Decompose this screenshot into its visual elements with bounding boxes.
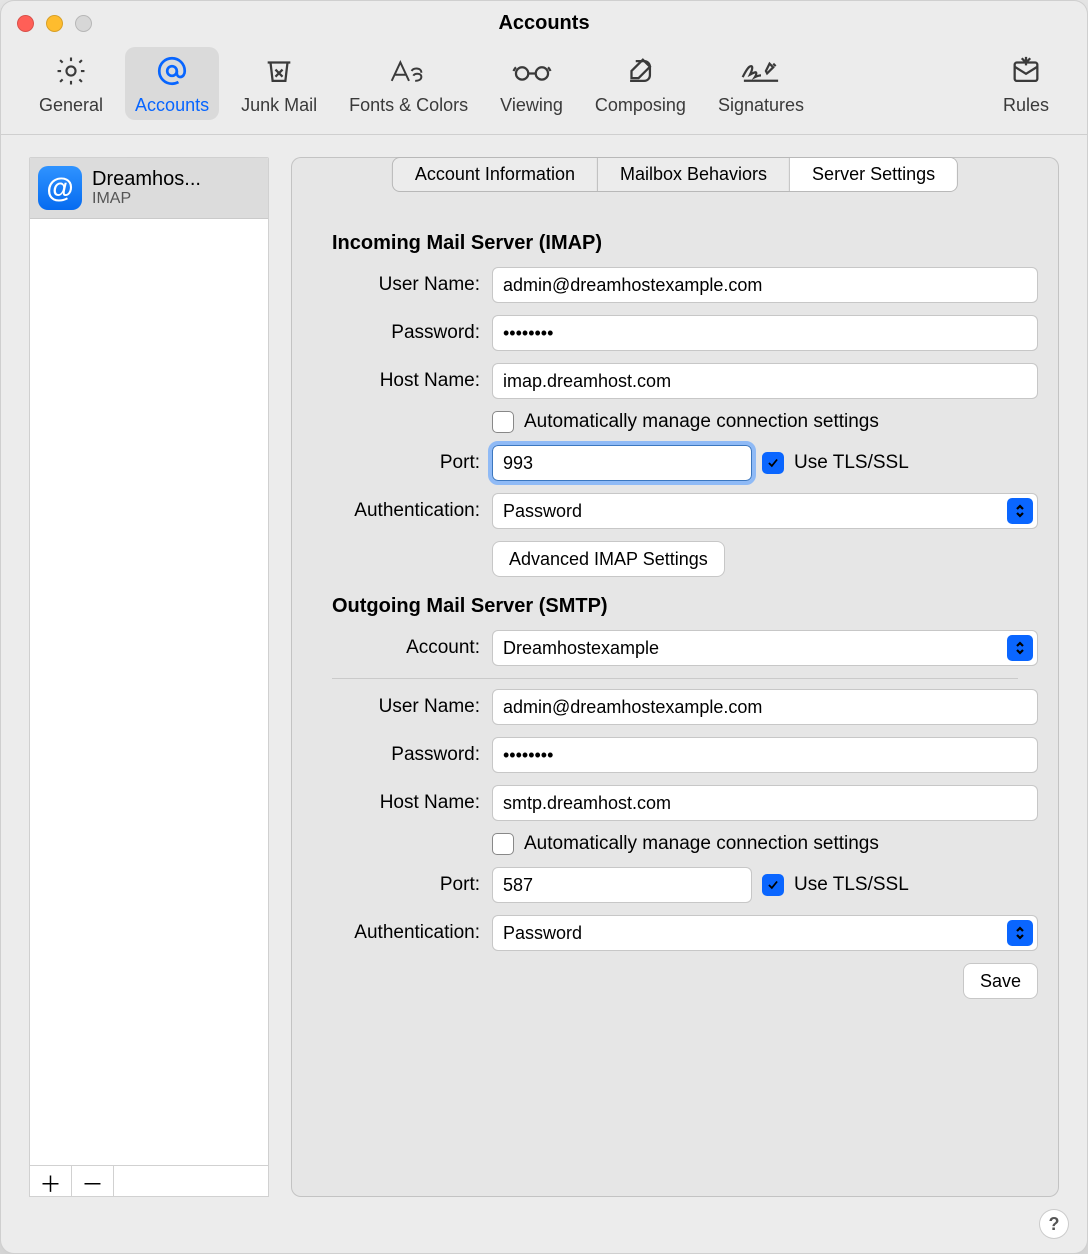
outgoing-host-input[interactable]	[492, 785, 1038, 821]
advanced-imap-button[interactable]: Advanced IMAP Settings	[492, 541, 725, 577]
outgoing-account-value: Dreamhostexample	[503, 638, 659, 659]
titlebar: Accounts	[1, 1, 1087, 35]
gear-icon	[54, 53, 88, 89]
chevron-updown-icon	[1007, 920, 1033, 946]
incoming-host-label: Host Name:	[312, 370, 492, 392]
tab-general[interactable]: General	[29, 47, 113, 120]
outgoing-auth-value: Password	[503, 923, 582, 944]
incoming-auth-select[interactable]: Password	[492, 493, 1038, 529]
tab-signatures[interactable]: Signatures	[708, 47, 814, 120]
divider	[332, 678, 1018, 679]
sidebar-footer: ＋ －	[29, 1165, 269, 1197]
accounts-list[interactable]: @ Dreamhos... IMAP	[29, 157, 269, 1165]
incoming-auth-label: Authentication:	[312, 500, 492, 522]
tab-junk-mail[interactable]: Junk Mail	[231, 47, 327, 120]
tab-mailbox-behaviors[interactable]: Mailbox Behaviors	[598, 158, 789, 191]
toolbar-label: Rules	[1003, 95, 1049, 116]
outgoing-auto-label: Automatically manage connection settings	[524, 833, 879, 855]
outgoing-account-label: Account:	[312, 637, 492, 659]
chevron-updown-icon	[1007, 498, 1033, 524]
outgoing-tls-checkbox[interactable]	[762, 874, 784, 896]
tab-composing[interactable]: Composing	[585, 47, 696, 120]
toolbar-label: General	[39, 95, 103, 116]
account-name: Dreamhos...	[92, 168, 201, 190]
outgoing-auth-label: Authentication:	[312, 922, 492, 944]
outgoing-heading: Outgoing Mail Server (SMTP)	[332, 595, 1038, 618]
trash-icon	[262, 53, 296, 89]
at-sign-icon	[154, 53, 190, 89]
accounts-sidebar: @ Dreamhos... IMAP ＋ －	[29, 157, 269, 1197]
toolbar: General Accounts Junk Mail	[1, 35, 1087, 135]
tab-viewing[interactable]: Viewing	[490, 47, 573, 120]
incoming-tls-checkbox[interactable]	[762, 452, 784, 474]
outgoing-password-label: Password:	[312, 744, 492, 766]
incoming-port-label: Port:	[312, 452, 492, 474]
outgoing-tls-label: Use TLS/SSL	[794, 874, 909, 896]
chevron-updown-icon	[1007, 635, 1033, 661]
toolbar-label: Accounts	[135, 95, 209, 116]
preferences-window: Accounts General Accounts	[0, 0, 1088, 1254]
outgoing-password-input[interactable]	[492, 737, 1038, 773]
window-controls	[17, 15, 92, 32]
tab-server-settings[interactable]: Server Settings	[790, 158, 957, 191]
incoming-port-input[interactable]	[492, 445, 752, 481]
toolbar-label: Fonts & Colors	[349, 95, 468, 116]
segmented-tabs: Account Information Mailbox Behaviors Se…	[392, 157, 958, 192]
toolbar-label: Signatures	[718, 95, 804, 116]
compose-icon	[623, 53, 657, 89]
incoming-auto-checkbox[interactable]	[492, 411, 514, 433]
zoom-button[interactable]	[75, 15, 92, 32]
font-icon	[388, 53, 430, 89]
incoming-username-label: User Name:	[312, 274, 492, 296]
close-button[interactable]	[17, 15, 34, 32]
incoming-auth-value: Password	[503, 501, 582, 522]
outgoing-host-label: Host Name:	[312, 792, 492, 814]
toolbar-label: Viewing	[500, 95, 563, 116]
toolbar-label: Junk Mail	[241, 95, 317, 116]
incoming-password-input[interactable]	[492, 315, 1038, 351]
tab-rules[interactable]: Rules	[993, 47, 1059, 120]
incoming-heading: Incoming Mail Server (IMAP)	[332, 232, 1038, 255]
window-title: Accounts	[498, 2, 589, 35]
save-button[interactable]: Save	[963, 963, 1038, 999]
incoming-tls-label: Use TLS/SSL	[794, 452, 909, 474]
remove-account-button[interactable]: －	[72, 1166, 114, 1196]
glasses-icon	[511, 53, 553, 89]
outgoing-port-label: Port:	[312, 874, 492, 896]
outgoing-port-input[interactable]	[492, 867, 752, 903]
incoming-username-input[interactable]	[492, 267, 1038, 303]
account-type: IMAP	[92, 190, 201, 208]
outgoing-account-select[interactable]: Dreamhostexample	[492, 630, 1038, 666]
outgoing-auth-select[interactable]: Password	[492, 915, 1038, 951]
signature-icon	[739, 53, 783, 89]
outgoing-auto-checkbox[interactable]	[492, 833, 514, 855]
tab-accounts[interactable]: Accounts	[125, 47, 219, 120]
account-row[interactable]: @ Dreamhos... IMAP	[30, 158, 268, 219]
tab-account-information[interactable]: Account Information	[393, 158, 597, 191]
at-sign-icon: @	[38, 166, 82, 210]
toolbar-label: Composing	[595, 95, 686, 116]
settings-panel: Account Information Mailbox Behaviors Se…	[291, 157, 1059, 1197]
outgoing-username-input[interactable]	[492, 689, 1038, 725]
outgoing-username-label: User Name:	[312, 696, 492, 718]
tab-fonts-colors[interactable]: Fonts & Colors	[339, 47, 478, 120]
content-area: @ Dreamhos... IMAP ＋ － Account Informati…	[1, 135, 1087, 1237]
incoming-host-input[interactable]	[492, 363, 1038, 399]
add-account-button[interactable]: ＋	[30, 1166, 72, 1196]
help-button[interactable]: ?	[1039, 1209, 1069, 1239]
incoming-auto-label: Automatically manage connection settings	[524, 411, 879, 433]
incoming-password-label: Password:	[312, 322, 492, 344]
minimize-button[interactable]	[46, 15, 63, 32]
rules-icon	[1009, 53, 1043, 89]
